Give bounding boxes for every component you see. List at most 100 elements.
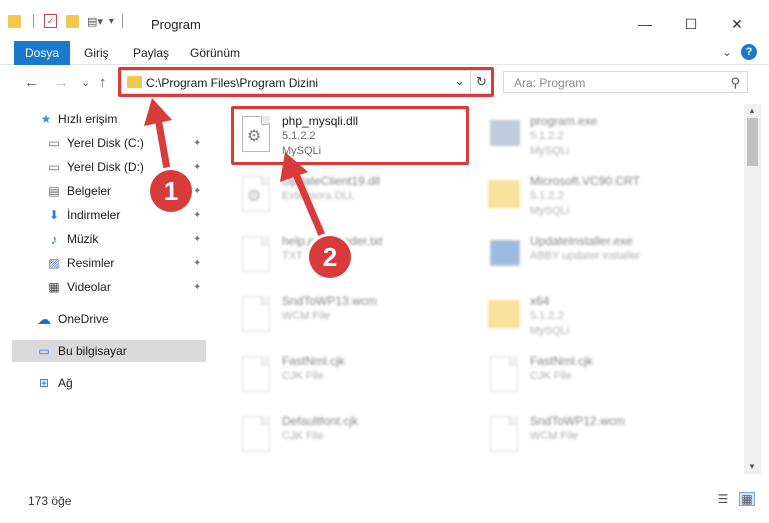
sidebar-item-network[interactable]: ⊞ Ağ (0, 372, 206, 394)
file-description: ABBY updater installer (530, 250, 641, 262)
pin-icon[interactable]: ✦ (193, 258, 201, 269)
sidebar-item-label: OneDrive (58, 312, 109, 326)
computer-icon: ▭ (38, 344, 50, 358)
pin-icon[interactable]: ✦ (193, 186, 201, 197)
sidebar-item-label: Yerel Disk (D:) (67, 160, 144, 174)
sidebar-item-videos[interactable]: ▦ Videolar ✦ (0, 276, 206, 298)
file-name: FastNml.cjk (282, 354, 345, 368)
view-options-icon[interactable]: ▤▾ (87, 15, 103, 28)
file-highlight-box (231, 106, 469, 165)
file-description: MySQLi (530, 205, 570, 217)
file-item[interactable]: UpdateInstaller.exe ABBY updater install… (480, 228, 720, 284)
file-name: SndToWP13.wcm (282, 294, 377, 308)
sidebar-item-this-pc[interactable]: ▭ Bu bilgisayar (12, 340, 206, 362)
file-item[interactable]: FastNml.cjk CJK File (232, 348, 472, 404)
search-placeholder: Ara: Program (514, 76, 586, 90)
scroll-down-icon[interactable]: ▼ (748, 462, 756, 471)
pictures-icon: ▨ (48, 256, 60, 270)
sidebar-item-label: İndirmeler (67, 208, 121, 222)
up-button[interactable]: ↑ (99, 74, 107, 91)
scrollbar-thumb[interactable] (747, 118, 758, 166)
navigation-pane: ★ Hızlı erişim ▭ Yerel Disk (C:) ✦ ▭ Yer… (0, 104, 210, 479)
file-description: CJK File (530, 370, 572, 382)
close-button[interactable]: ✕ (714, 12, 760, 36)
tab-view[interactable]: Görünüm (190, 46, 240, 60)
star-icon: ★ (40, 112, 52, 126)
generic-file-icon (238, 292, 274, 336)
sidebar-item-label: Belgeler (67, 184, 112, 198)
tab-home[interactable]: Giriş (84, 46, 109, 60)
vertical-scrollbar[interactable]: ▲ ▼ (744, 104, 761, 474)
pin-icon[interactable]: ✦ (193, 210, 201, 221)
file-item[interactable]: Microsoft.VC90.CRT 5.1.2.2 MySQLi (480, 168, 720, 224)
file-name: Defaultfont.cjk (282, 414, 359, 428)
file-item[interactable]: SndToWP13.wcm WCM File (232, 288, 472, 344)
minimize-button[interactable]: — (622, 12, 668, 36)
exe-file-icon (486, 112, 522, 156)
network-icon: ⊞ (38, 376, 50, 390)
pin-icon[interactable]: ✦ (193, 162, 201, 173)
file-name: UpdateInstaller.exe (530, 234, 633, 248)
folder-icon (486, 292, 522, 336)
window-title: Program (151, 17, 201, 32)
generic-file-icon (238, 352, 274, 396)
sidebar-item-label: Yerel Disk (C:) (67, 136, 144, 150)
file-description: MySQLi (530, 325, 570, 337)
properties-icon[interactable]: ✓ (44, 14, 57, 28)
sidebar-item-onedrive[interactable]: ☁ OneDrive (0, 308, 206, 330)
tab-share[interactable]: Paylaş (133, 46, 169, 60)
file-name: program.exe (530, 114, 598, 128)
file-item[interactable]: FastNml.cjk CJK File (480, 348, 720, 404)
file-item[interactable]: help.pdf.Reader.txt TXT (232, 228, 472, 284)
sidebar-item-label: Hızlı erişim (58, 112, 118, 126)
pin-icon[interactable]: ✦ (193, 282, 201, 293)
sidebar-item-local-disk-c[interactable]: ▭ Yerel Disk (C:) ✦ (0, 132, 206, 154)
file-item[interactable]: SndToWP12.wcm WCM File (480, 408, 720, 464)
cloud-icon: ☁ (37, 310, 51, 327)
status-bar: 173 öğe ☰ ▦ (0, 484, 769, 523)
new-folder-icon[interactable] (66, 14, 79, 28)
collapse-ribbon-icon[interactable]: ⌄ (722, 45, 732, 59)
back-button[interactable]: ← (24, 74, 39, 91)
sidebar-item-label: Bu bilgisayar (58, 344, 127, 358)
sidebar-item-music[interactable]: ♪ Müzik ✦ (0, 228, 206, 250)
documents-icon: ▤ (48, 184, 60, 198)
scroll-up-icon[interactable]: ▲ (748, 106, 756, 115)
file-item[interactable]: Defaultfont.cjk CJK File (232, 408, 472, 464)
customize-toolbar-icon[interactable]: ▾ (109, 16, 114, 27)
file-name: x64 (530, 294, 550, 308)
details-view-icon[interactable]: ☰ (715, 492, 731, 506)
generic-file-icon (486, 352, 522, 396)
large-icons-view-icon[interactable]: ▦ (739, 492, 755, 506)
forward-button[interactable]: → (54, 74, 69, 91)
music-icon: ♪ (50, 231, 58, 247)
callout-badge-2: 2 (309, 236, 351, 278)
generic-file-icon (238, 412, 274, 456)
file-item[interactable]: x64 5.1.2.2 MySQLi (480, 288, 720, 344)
file-description: MySQLi (530, 145, 570, 157)
quick-access-toolbar: ✓ ▤▾ ▾ (8, 12, 123, 30)
recent-locations-button[interactable]: ⌄ (81, 76, 90, 89)
ribbon-tabs: Dosya Giriş Paylaş Görünüm ⌄ ? (0, 40, 769, 65)
file-item-program-exe[interactable]: program.exe 5.1.2.2 MySQLi (480, 108, 720, 164)
file-item[interactable]: ⚙ UpdateClient19.dll Extensora DLL (232, 168, 472, 224)
tab-file[interactable]: Dosya (14, 41, 70, 65)
sidebar-item-label: Ağ (58, 376, 73, 390)
pin-icon[interactable]: ✦ (193, 234, 201, 245)
sidebar-item-quick-access[interactable]: ★ Hızlı erişim (0, 108, 206, 130)
text-file-icon (238, 232, 274, 276)
file-name: FastNml.cjk (530, 354, 593, 368)
pin-icon[interactable]: ✦ (193, 138, 201, 149)
dll-file-icon: ⚙ (238, 172, 274, 216)
sidebar-item-label: Müzik (67, 232, 99, 246)
item-count: 173 öğe (28, 494, 72, 508)
file-description: Extensora DLL (282, 190, 355, 202)
sidebar-item-label: Resimler (67, 256, 115, 270)
help-icon[interactable]: ? (741, 44, 757, 60)
maximize-button[interactable]: ☐ (668, 12, 714, 36)
search-input[interactable]: Ara: Program ⚲ (503, 71, 748, 93)
download-icon: ⬇ (48, 208, 60, 222)
file-name: SndToWP12.wcm (530, 414, 625, 428)
file-name: Microsoft.VC90.CRT (530, 174, 640, 188)
sidebar-item-pictures[interactable]: ▨ Resimler ✦ (0, 252, 206, 274)
